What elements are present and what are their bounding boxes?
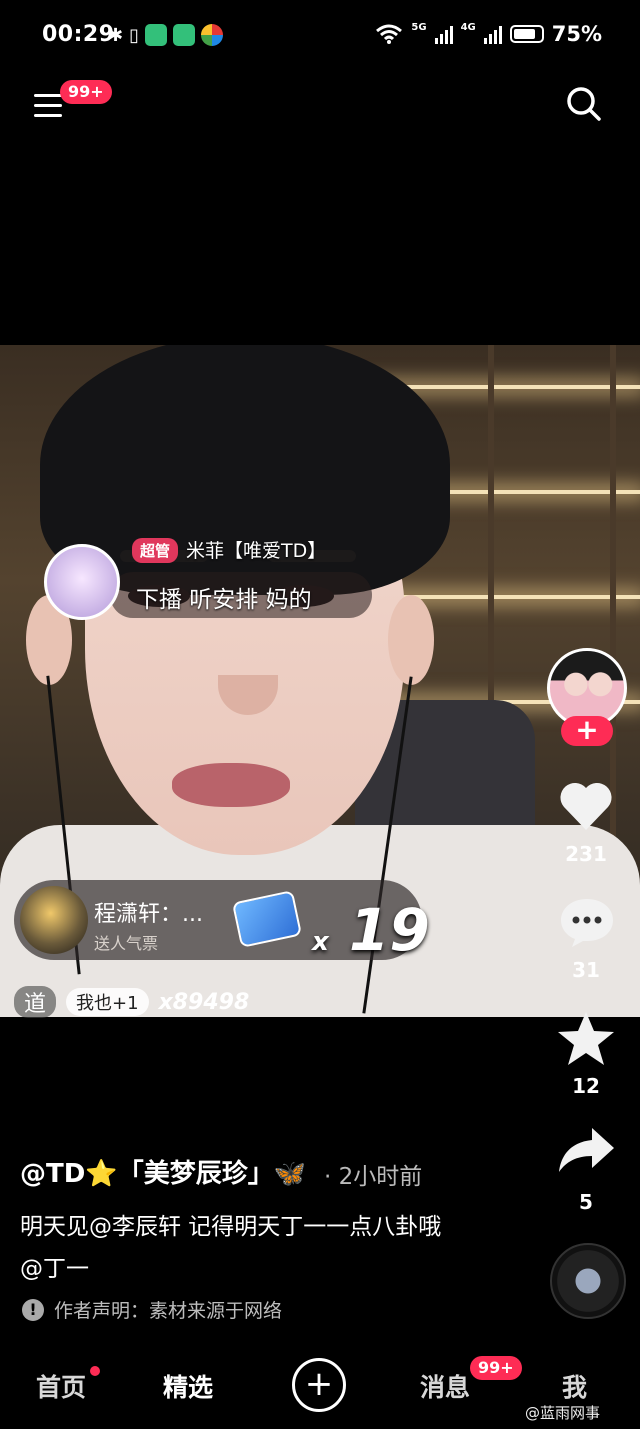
battery-icon [509,25,544,43]
bottom-nav: 首页 精选 + 消息 99+ 我 @蓝雨网事 [0,1340,640,1429]
status-left-icons: ✱ ▯ [108,24,223,46]
signal-icon [434,24,453,44]
network-type-4g: 4G [460,22,476,33]
messages-badge: 99+ [470,1356,522,1380]
info-icon: ! [22,1298,44,1321]
me-too-button[interactable]: 我也+1 [66,988,149,1016]
author-declaration: ! 作者声明：素材来源于网络 [22,1296,282,1323]
comment-text: 下播 听安排 妈的 [136,587,312,613]
wifi-icon [376,24,403,44]
nav-home[interactable]: 首页 [36,1368,86,1404]
vibrate-icon: ▯ [129,24,139,46]
video-author[interactable]: @TD⭐「美梦辰珍」🦋 [20,1153,306,1190]
declaration-text: 作者声明：素材来源于网络 [54,1300,283,1322]
bluetooth-icon: ✱ [108,24,124,46]
combo-prefix: 道 [14,986,57,1018]
gift-action-text: 送人气票 [94,934,159,953]
share-icon[interactable] [556,1124,616,1176]
combo-row: 道 我也+1 x89498 [14,986,249,1018]
app-notification-icon [145,24,167,46]
combo-count: x89498 [158,989,250,1015]
battery-percent: 75% [551,22,602,46]
gift-sender-avatar [20,886,88,954]
music-disc-icon[interactable] [550,1243,626,1319]
commenter-avatar [44,544,120,620]
gift-count: x 19 [312,898,430,974]
gift-count-value: 19 [348,896,430,964]
heart-icon[interactable] [556,776,616,836]
like-count: 231 [565,842,607,866]
create-button[interactable]: + [292,1358,346,1412]
nav-messages[interactable]: 消息 [420,1368,470,1404]
search-icon[interactable] [566,86,602,122]
app-notification-icon [201,24,223,46]
menu-badge: 99+ [60,80,112,104]
share-count: 5 [579,1190,593,1214]
app-notification-icon [173,24,195,46]
signal-icon [483,24,502,44]
watermark: @蓝雨网事 [525,1404,601,1422]
star-icon[interactable] [555,1008,617,1070]
favorite-count: 12 [572,1074,600,1098]
gift-sender-name: 程潇轩：... [94,902,203,927]
comment-count: 31 [572,958,600,982]
nav-featured[interactable]: 精选 [163,1368,213,1404]
video-caption: 明天见@李辰轩 记得明天丁一一点八卦哦 @丁一 [20,1214,442,1282]
post-time: · 2小时前 [324,1164,423,1190]
network-type-5g: 5G [411,22,427,33]
commenter-name: 米菲【唯爱TD】 [186,540,327,562]
gift-count-prefix: x [312,927,329,957]
status-time: 00:29 [42,22,115,47]
nav-me[interactable]: 我 [562,1368,587,1404]
home-notification-dot [90,1366,100,1376]
status-right-icons: 5G 4G 75% [375,22,602,46]
admin-badge: 超管 [132,538,179,563]
follow-button[interactable]: + [561,716,613,746]
status-bar: 00:29 ✱ ▯ 5G 4G 75% [0,0,640,76]
comment-icon[interactable] [558,896,616,948]
